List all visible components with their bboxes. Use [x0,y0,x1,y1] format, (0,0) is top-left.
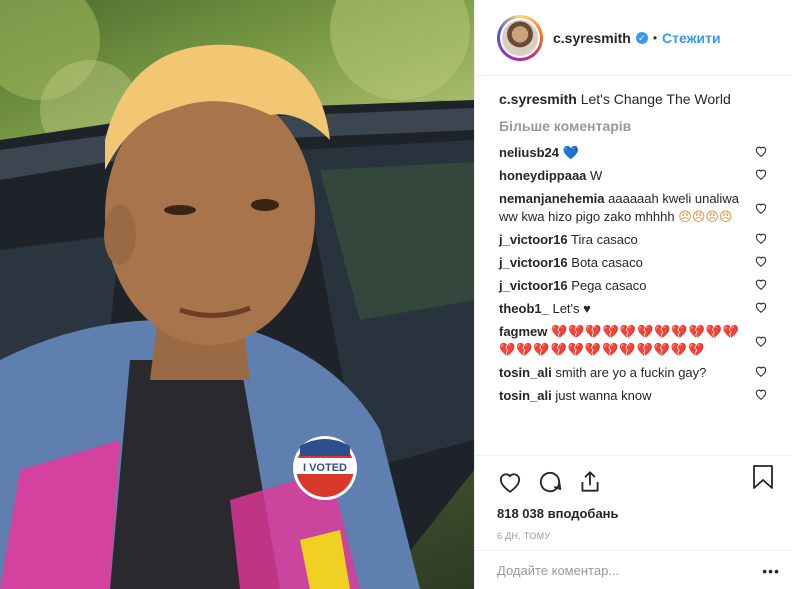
comment-username[interactable]: honeydippaaa [499,168,586,183]
separator-dot: • [652,30,658,45]
comment-like-icon[interactable] [754,387,768,401]
comment-like-icon[interactable] [754,364,768,378]
comment-username[interactable]: nemanjanehemia [499,191,605,206]
sticker-text: I VOTED [303,462,347,474]
comment-like-icon[interactable] [754,254,768,268]
heart-outline-icon[interactable] [497,469,523,495]
comment-item: tosin_ali just wanna know [499,387,792,405]
comment-item: nemanjanehemia aaaaaah kweli unaliwa ww … [499,190,792,226]
comment-text: W [590,168,603,183]
comment-item: j_victoor16 Pega casaco [499,277,792,295]
comment-like-icon[interactable] [754,201,768,215]
post-caption: c.syresmith Let's Change The World [499,90,792,108]
post-actions: 818 038 вподобань 6 ДН. ТОМУ [475,455,792,541]
comment-text: Let's ♥ [552,301,591,316]
post-timestamp[interactable]: 6 ДН. ТОМУ [497,531,792,541]
add-comment-bar: ••• [475,550,792,589]
bookmark-icon[interactable] [752,464,774,490]
comment-item: tosin_ali smith are yo a fuckin gay? [499,364,792,382]
caption-text: Let's Change The World [580,91,731,107]
likes-count[interactable]: 818 038 вподобань [497,506,792,521]
comment-like-icon[interactable] [754,300,768,314]
comment-text: Bota casaco [571,255,643,270]
comment-item: j_victoor16 Tira casaco [499,231,792,249]
avatar[interactable] [497,14,543,61]
comment-username[interactable]: j_victoor16 [499,232,568,247]
photo-illustration: I VOTED [0,0,474,589]
comment-username[interactable]: neliusb24 [499,145,559,160]
share-icon[interactable] [577,469,603,495]
comments-list: c.syresmith Let's Change The World Більш… [475,76,792,405]
comment-like-icon[interactable] [754,334,768,348]
comment-input[interactable] [497,562,737,578]
comment-text: just wanna know [555,388,652,403]
comment-username[interactable]: tosin_ali [499,365,552,380]
comment-text: smith are yo a fuckin gay? [555,365,707,380]
comment-item: theob1_ Let's ♥ [499,300,792,318]
comment-like-icon[interactable] [754,167,768,181]
comment-username[interactable]: tosin_ali [499,388,552,403]
header-username[interactable]: c.syresmith [553,30,631,46]
comment-item: j_victoor16 Bota casaco [499,254,792,272]
comment-text: Pega casaco [571,278,647,293]
comment-username[interactable]: theob1_ [499,301,549,316]
comment-item: fagmew 💔💔💔💔💔💔💔💔💔💔💔💔💔💔💔💔💔💔💔💔💔💔💔 [499,323,792,359]
comment-bubble-icon[interactable] [537,469,563,495]
more-options-icon[interactable]: ••• [762,563,780,579]
action-icons-row [497,464,792,500]
post-photo[interactable]: I VOTED [0,0,474,589]
follow-button[interactable]: Стежити [662,30,721,46]
avatar-image [500,17,540,58]
comment-like-icon[interactable] [754,231,768,245]
comment-like-icon[interactable] [754,144,768,158]
verified-badge-icon: ✓ [635,31,648,44]
comment-username[interactable]: j_victoor16 [499,278,568,293]
comment-like-icon[interactable] [754,277,768,291]
comment-emoji: 💙 [562,145,579,160]
comment-item: honeydippaaa W [499,167,792,185]
comment-username[interactable]: j_victoor16 [499,255,568,270]
comment-username[interactable]: fagmew [499,324,547,339]
post-header: c.syresmith ✓ • Стежити [475,0,792,76]
post-dialog: I VOTED c.syresmith ✓ • Стежити c.syresm… [0,0,792,589]
comment-emoji: 😠😠😠😠 [678,209,733,224]
comment-text: Tira casaco [571,232,638,247]
comment-item: neliusb24 💙 [499,144,792,162]
load-more-comments-button[interactable]: Більше коментарів [499,118,792,134]
caption-username[interactable]: c.syresmith [499,91,577,107]
post-sidebar: c.syresmith ✓ • Стежити c.syresmith Let'… [474,0,792,589]
